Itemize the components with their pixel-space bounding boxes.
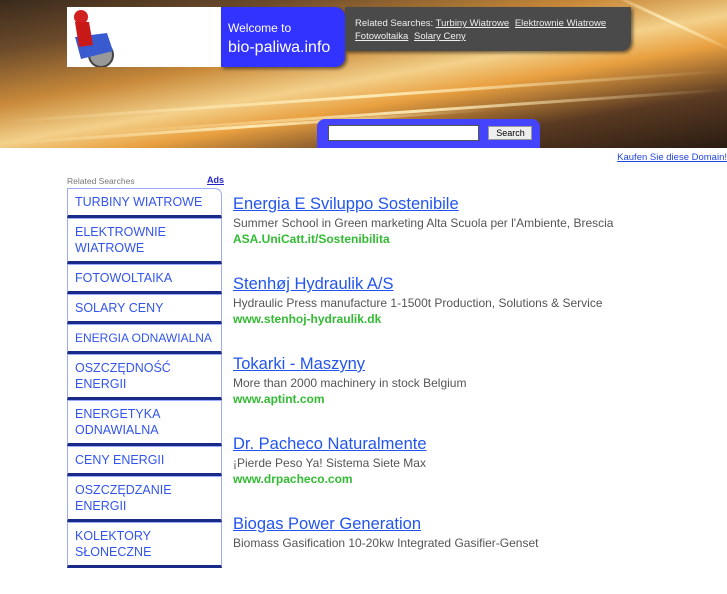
ad-url[interactable]: www.aptint.com <box>233 391 713 407</box>
ad-description: Biomass Gasification 10-20kw Integrated … <box>233 536 539 550</box>
ads-link[interactable]: Ads <box>207 175 224 185</box>
welcome-text: Welcome to <box>228 21 292 35</box>
ad-url[interactable]: www.drpacheco.com <box>233 471 713 487</box>
sidebar-item[interactable]: ENERGETYKA ODNAWIALNA <box>67 400 222 446</box>
header-banner: Welcome to bio-paliwa.info Related Searc… <box>0 0 727 148</box>
ad-description: More than 2000 machinery in stock Belgiu… <box>233 376 467 390</box>
buy-domain-link[interactable]: Kaufen Sie diese Domain! <box>617 152 727 163</box>
ad-listing: Dr. Pacheco Naturalmente ¡Pierde Peso Ya… <box>233 434 713 514</box>
search-input[interactable] <box>328 125 479 141</box>
sidebar-item[interactable]: FOTOWOLTAIKA <box>67 264 222 294</box>
search-bar: Search <box>317 119 540 148</box>
ad-description: Hydraulic Press manufacture 1-1500t Prod… <box>233 296 603 310</box>
related-link[interactable]: Elektrownie Wiatrowe <box>515 18 606 29</box>
site-logo <box>67 7 221 67</box>
ad-listing: Stenhøj Hydraulik A/S Hydraulic Press ma… <box>233 274 713 354</box>
sidebar-item[interactable]: ELEKTROWNIE WIATROWE <box>67 218 222 264</box>
related-searches-label: Related Searches <box>67 176 135 186</box>
sidebar-item[interactable]: CENY ENERGII <box>67 446 222 476</box>
ad-description: ¡Pierde Peso Ya! Sistema Siete Max <box>233 456 426 470</box>
ad-title-link[interactable]: Stenhøj Hydraulik A/S <box>233 274 394 294</box>
sidebar-item[interactable]: TURBINY WIATROWE <box>67 188 222 218</box>
sidebar: TURBINY WIATROWE ELEKTROWNIE WIATROWE FO… <box>67 188 222 568</box>
related-label: Related Searches: <box>355 18 434 29</box>
related-link[interactable]: Fotowoltaika <box>355 31 408 42</box>
sidebar-item[interactable]: ENERGIA ODNAWIALNA <box>67 324 222 354</box>
ad-listing: Energia E Sviluppo Sostenibile Summer Sc… <box>233 194 713 274</box>
related-link[interactable]: Solary Ceny <box>414 31 466 42</box>
sidebar-item[interactable]: OSZCZĘDNOŚĆ ENERGII <box>67 354 222 400</box>
motorcycle-rider-icon <box>74 10 114 67</box>
domain-name: bio-paliwa.info <box>228 39 331 56</box>
related-searches-top: Related Searches: Turbiny Wiatrowe Elekt… <box>345 7 631 51</box>
ad-description: Summer School in Green marketing Alta Sc… <box>233 216 614 230</box>
search-button[interactable]: Search <box>488 126 533 140</box>
welcome-box: Welcome to bio-paliwa.info <box>221 7 345 67</box>
ad-title-link[interactable]: Energia E Sviluppo Sostenibile <box>233 194 459 214</box>
sidebar-item[interactable]: KOLEKTORY SŁONECZNE <box>67 522 222 568</box>
related-link[interactable]: Turbiny Wiatrowe <box>436 18 510 29</box>
ad-title-link[interactable]: Dr. Pacheco Naturalmente <box>233 434 427 454</box>
ad-results: Energia E Sviluppo Sostenibile Summer Sc… <box>233 194 713 594</box>
ad-url[interactable]: www.stenhoj-hydraulik.dk <box>233 311 713 327</box>
sidebar-item[interactable]: OSZCZĘDZANIE ENERGII <box>67 476 222 522</box>
ad-listing: Biogas Power Generation Biomass Gasifica… <box>233 514 713 594</box>
sidebar-item[interactable]: SOLARY CENY <box>67 294 222 324</box>
ad-title-link[interactable]: Biogas Power Generation <box>233 514 421 534</box>
ad-url[interactable]: ASA.UniCatt.it/Sostenibilita <box>233 231 713 247</box>
ad-title-link[interactable]: Tokarki - Maszyny <box>233 354 365 374</box>
ad-listing: Tokarki - Maszyny More than 2000 machine… <box>233 354 713 434</box>
